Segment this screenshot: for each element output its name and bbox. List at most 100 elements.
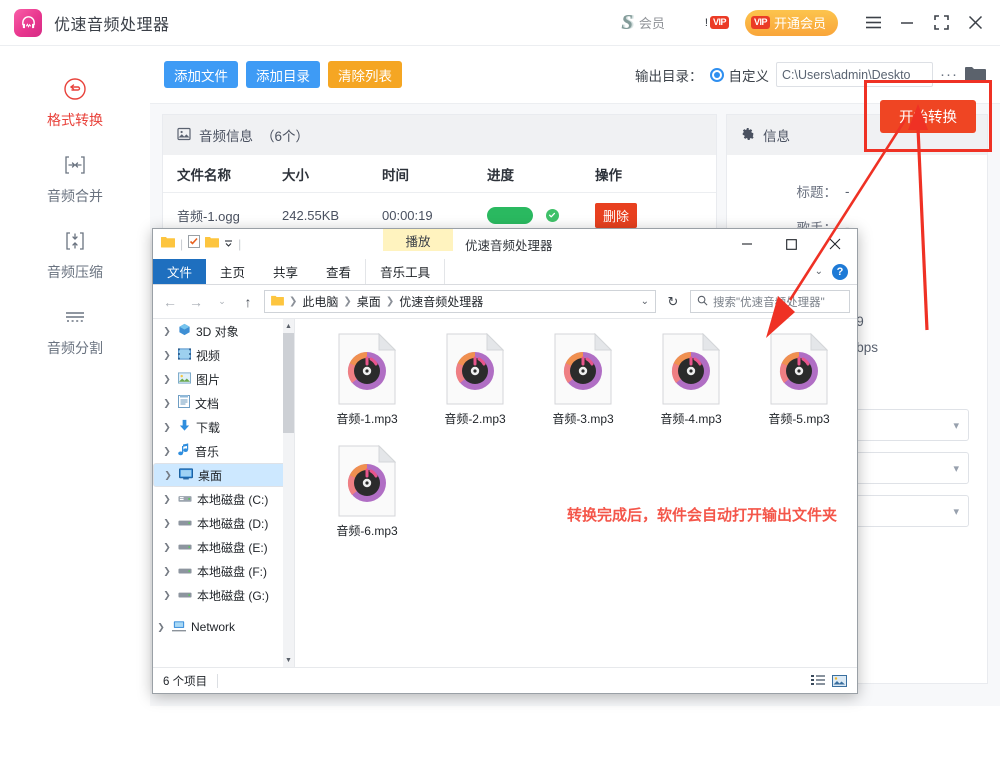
document-icon xyxy=(178,395,190,411)
help-icon[interactable]: ? xyxy=(832,263,848,280)
tab-view[interactable]: 查看 xyxy=(312,259,365,284)
chevron-right-icon[interactable]: ❯ xyxy=(161,590,173,601)
file-item[interactable]: 音频-4.mp3 xyxy=(637,332,745,445)
sidebar-item-audio-merge[interactable]: 音频合并 xyxy=(0,152,150,206)
maximize-icon[interactable] xyxy=(769,229,813,259)
clear-list-button[interactable]: 清除列表 xyxy=(328,61,402,88)
scroll-up-icon[interactable]: ▲ xyxy=(283,319,294,333)
tree-item-local-disk-c[interactable]: ❯ 本地磁盘 (C:) xyxy=(153,487,294,511)
tree-item-music[interactable]: ❯ 音乐 xyxy=(153,439,294,463)
chevron-right-icon[interactable]: ❯ xyxy=(161,542,173,553)
close-icon[interactable] xyxy=(813,229,857,259)
picture-icon xyxy=(178,371,191,387)
file-item[interactable]: 音频-3.mp3 xyxy=(529,332,637,445)
separator: | xyxy=(238,237,242,251)
column-size: 大小 xyxy=(282,167,309,183)
start-convert-button[interactable]: 开始转换 xyxy=(880,100,976,133)
chevron-right-icon[interactable]: ❯ xyxy=(162,470,174,481)
tree-item-documents[interactable]: ❯ 文档 xyxy=(153,391,294,415)
sidebar-item-format-convert[interactable]: 格式转换 xyxy=(0,76,150,130)
explorer-file-grid[interactable]: 音频-1.mp3 音频-2.mp3 音频-3.mp3 音频-4.mp3 音频-5… xyxy=(295,319,857,667)
file-item[interactable]: 音频-2.mp3 xyxy=(421,332,529,445)
app-titlebar: 优速音频处理器 S 会员 ! VIP VIP 开通会员 xyxy=(0,0,1000,46)
chevron-down-icon: ▾ xyxy=(953,505,959,518)
chevron-down-icon[interactable]: ⌄ xyxy=(815,266,823,277)
file-item[interactable]: 音频-5.mp3 xyxy=(745,332,853,445)
properties-icon[interactable] xyxy=(188,235,201,253)
drive-icon xyxy=(178,588,192,603)
back-arrow-icon[interactable]: ← xyxy=(160,291,180,313)
maximize-icon[interactable] xyxy=(924,0,958,46)
tree-item-network[interactable]: ❯ Network xyxy=(153,615,294,639)
chevron-right-icon[interactable]: ❯ xyxy=(161,566,173,577)
tree-item-videos[interactable]: ❯ 视频 xyxy=(153,343,294,367)
custom-path-radio[interactable]: 自定义 xyxy=(709,65,769,85)
breadcrumb-item-current[interactable]: 优速音频处理器 xyxy=(399,293,483,310)
tree-item-local-disk-e[interactable]: ❯ 本地磁盘 (E:) xyxy=(153,535,294,559)
forward-arrow-icon[interactable]: → xyxy=(186,291,206,313)
minimize-icon[interactable] xyxy=(890,0,924,46)
search-input[interactable]: 搜索"优速音频处理器" xyxy=(690,290,850,313)
search-placeholder: 搜索"优速音频处理器" xyxy=(713,296,825,309)
tab-file[interactable]: 文件 xyxy=(153,259,207,284)
tree-item-label: 音乐 xyxy=(195,444,220,459)
tree-item-local-disk-d[interactable]: ❯ 本地磁盘 (D:) xyxy=(153,511,294,535)
chevron-down-icon[interactable]: ⌄ xyxy=(641,296,649,307)
chevron-right-icon[interactable]: ❯ xyxy=(161,518,173,529)
tree-item-local-disk-f[interactable]: ❯ 本地磁盘 (F:) xyxy=(153,559,294,583)
tree-item-3d-objects[interactable]: ❯ 3D 对象 xyxy=(153,319,294,343)
convert-icon xyxy=(63,76,87,102)
up-arrow-icon[interactable]: ↑ xyxy=(238,291,258,313)
file-explorer-window[interactable]: | | 播放 优速音频处理器 文件 主页 共享 查看 音乐工具 ⌄ ? ← → … xyxy=(152,228,858,694)
tab-music-tools[interactable]: 音乐工具 xyxy=(365,259,446,284)
recent-locations-icon[interactable]: ⌄ xyxy=(212,291,232,313)
cell-action: 删除 xyxy=(595,202,685,228)
add-file-button[interactable]: 添加文件 xyxy=(164,61,238,88)
breadcrumb-item-this-pc[interactable]: 此电脑 xyxy=(302,293,338,310)
nav-scrollbar[interactable]: ▲ ▼ xyxy=(283,319,294,667)
large-icons-view-icon[interactable] xyxy=(832,674,847,687)
details-view-icon[interactable] xyxy=(811,674,825,687)
chevron-right-icon[interactable]: ❯ xyxy=(161,374,173,385)
tree-item-local-disk-g[interactable]: ❯ 本地磁盘 (G:) xyxy=(153,583,294,607)
progress-bar xyxy=(487,206,533,224)
close-icon[interactable] xyxy=(958,0,992,46)
tree-item-pictures[interactable]: ❯ 图片 xyxy=(153,367,294,391)
refresh-icon[interactable]: ↻ xyxy=(662,294,684,310)
mp3-file-icon xyxy=(662,332,721,405)
chevron-right-icon[interactable]: ❯ xyxy=(161,494,173,505)
vip-notice-icon[interactable]: ! VIP xyxy=(705,16,729,29)
explorer-titlebar: | | 播放 优速音频处理器 xyxy=(153,229,857,259)
minimize-icon[interactable] xyxy=(725,229,769,259)
add-folder-button[interactable]: 添加目录 xyxy=(246,61,320,88)
contextual-tab-play[interactable]: 播放 xyxy=(383,229,453,251)
file-item[interactable]: 音频-1.mp3 xyxy=(313,332,421,445)
dropdown-icon[interactable] xyxy=(224,235,233,253)
tree-item-downloads[interactable]: ❯ 下载 xyxy=(153,415,294,439)
new-folder-icon[interactable] xyxy=(205,235,220,253)
file-name: 音频-5.mp3 xyxy=(768,412,830,426)
tree-item-desktop[interactable]: ❯ 桌面 xyxy=(153,463,294,487)
tab-share[interactable]: 共享 xyxy=(259,259,312,284)
sidebar-item-audio-split[interactable]: 音频分割 xyxy=(0,304,150,358)
divider xyxy=(217,673,219,688)
table-header: 文件名称 大小 时间 进度 操作 xyxy=(163,155,716,193)
chevron-right-icon[interactable]: ❯ xyxy=(161,350,173,361)
tab-home[interactable]: 主页 xyxy=(206,259,259,284)
nav-scroll-thumb[interactable] xyxy=(283,333,294,433)
sidebar-item-audio-compress[interactable]: 音频压缩 xyxy=(0,228,150,282)
chevron-right-icon[interactable]: ❯ xyxy=(155,622,167,633)
chevron-right-icon[interactable]: ❯ xyxy=(161,446,173,457)
open-vip-button[interactable]: VIP 开通会员 xyxy=(744,9,838,36)
hamburger-icon[interactable] xyxy=(856,0,890,46)
drive-icon xyxy=(178,564,192,579)
delete-button[interactable]: 删除 xyxy=(595,202,638,228)
file-item[interactable]: 音频-6.mp3 xyxy=(313,444,421,557)
chevron-right-icon[interactable]: ❯ xyxy=(161,398,173,409)
scroll-down-icon[interactable]: ▼ xyxy=(283,653,294,667)
folder-icon[interactable] xyxy=(161,235,175,253)
chevron-right-icon[interactable]: ❯ xyxy=(161,326,173,337)
breadcrumb[interactable]: ❯ 此电脑 ❯ 桌面 ❯ 优速音频处理器 ⌄ xyxy=(264,290,656,313)
chevron-right-icon[interactable]: ❯ xyxy=(161,422,173,433)
breadcrumb-item-desktop[interactable]: 桌面 xyxy=(357,293,381,310)
